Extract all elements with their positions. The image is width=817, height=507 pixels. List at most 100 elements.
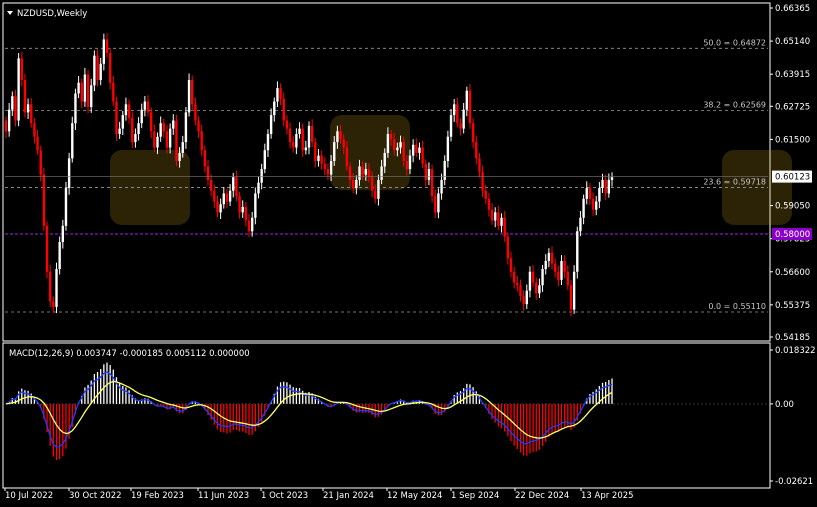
price-tick-label: 0.65140 <box>775 37 810 47</box>
price-candle <box>146 95 150 117</box>
price-candle <box>165 124 169 154</box>
price-candle <box>415 138 418 158</box>
time-tick-label: 19 Feb 2023 <box>131 491 184 501</box>
price-candle <box>206 159 210 186</box>
price-candle <box>96 49 99 87</box>
price-candle <box>544 254 547 275</box>
price-candle <box>452 98 456 122</box>
price-tick-label: 0.55375 <box>775 301 810 311</box>
price-candle <box>149 107 153 139</box>
price-candle <box>304 140 308 155</box>
price-candle <box>42 167 46 231</box>
price-candle <box>541 264 544 292</box>
price-candle <box>11 91 14 116</box>
price-candle <box>194 97 197 126</box>
price-candle <box>222 187 225 209</box>
price-candle <box>134 128 137 148</box>
price-candle <box>55 262 58 314</box>
price-candle <box>23 74 27 118</box>
time-tick-label: 22 Dec 2024 <box>515 491 569 501</box>
price-candle <box>45 221 49 279</box>
price-candle <box>269 108 273 139</box>
price-candle <box>430 164 434 203</box>
price-candle <box>449 108 453 142</box>
price-candle <box>317 148 320 167</box>
price-candle <box>209 174 213 197</box>
price-candle <box>58 236 61 275</box>
price-candle <box>36 130 39 155</box>
price-candle <box>118 121 121 139</box>
price-candle <box>569 280 573 317</box>
price-candle <box>241 200 244 219</box>
price-candle <box>80 78 83 109</box>
price-tick-label: 0.61500 <box>775 135 810 145</box>
price-candle <box>124 97 128 121</box>
price-candle <box>468 84 472 129</box>
price-candle <box>121 110 124 136</box>
price-tick-label: 0.66365 <box>775 4 810 14</box>
price-candle <box>509 251 513 278</box>
time-tick-label: 13 Apr 2025 <box>581 491 634 501</box>
price-candle <box>115 97 118 141</box>
time-tick-label: 12 May 2024 <box>387 491 442 501</box>
fib-label: 50.0 = 0.64872 <box>703 38 766 47</box>
price-candle <box>525 284 528 309</box>
fib-label: 38.2 = 0.62569 <box>703 101 766 110</box>
price-candle <box>266 129 270 157</box>
price-candle <box>39 145 42 182</box>
price-candle <box>225 188 229 209</box>
price-candle <box>481 165 484 198</box>
price-candle <box>71 116 74 163</box>
price-candle <box>235 170 238 202</box>
time-tick-label: 30 Oct 2022 <box>69 491 122 501</box>
price-candle <box>74 88 77 130</box>
price-candle <box>427 162 431 186</box>
price-candle <box>497 205 500 231</box>
price-candle <box>500 213 503 233</box>
price-candle <box>490 203 494 225</box>
price-candle <box>254 187 257 225</box>
price-candle <box>219 198 222 220</box>
price-candle <box>607 173 611 198</box>
price-candle <box>519 279 522 302</box>
price-candle <box>563 255 566 279</box>
price-candle <box>547 248 551 268</box>
price-candle <box>61 219 65 249</box>
price-candle <box>531 265 535 287</box>
price-candle <box>424 159 427 187</box>
price-candle <box>516 276 519 292</box>
price-tick-label: 0.54185 <box>775 333 810 343</box>
price-candle <box>288 122 292 149</box>
price-candle <box>200 124 203 156</box>
price-candle <box>276 81 279 107</box>
price-candle <box>503 210 506 242</box>
price-candle <box>137 117 140 141</box>
price-candle <box>487 193 491 217</box>
price-candle <box>522 290 525 311</box>
price-candle <box>494 207 497 228</box>
nzdusd-chart[interactable]: NZDUSD,Weekly MACD(12,26,9) 0.003747 -0.… <box>0 0 817 507</box>
price-candle <box>162 118 166 138</box>
price-candle <box>14 89 17 127</box>
price-candle <box>143 96 147 117</box>
price-candle <box>184 107 188 149</box>
price-candle <box>93 50 96 92</box>
price-candle <box>437 188 440 219</box>
macd-tick-label: 0.00 <box>775 400 794 410</box>
price-candle <box>175 114 178 167</box>
macd-tick-label: 0.018322 <box>775 346 816 356</box>
current-price-label: 0.60123 <box>775 173 810 183</box>
price-candle <box>506 232 510 265</box>
price-candle <box>20 52 23 87</box>
price-candle <box>292 136 295 153</box>
chart-menu-icon[interactable] <box>7 11 13 15</box>
price-candle <box>282 92 285 127</box>
price-candle <box>598 181 601 209</box>
time-tick-label: 11 Jun 2023 <box>198 491 249 501</box>
price-candle <box>553 258 557 278</box>
fib-label: 23.6 = 0.59718 <box>703 178 766 187</box>
price-candle <box>48 265 52 308</box>
price-candle <box>440 173 443 200</box>
price-tick-label: 0.63915 <box>775 70 810 80</box>
price-candle <box>310 119 314 148</box>
